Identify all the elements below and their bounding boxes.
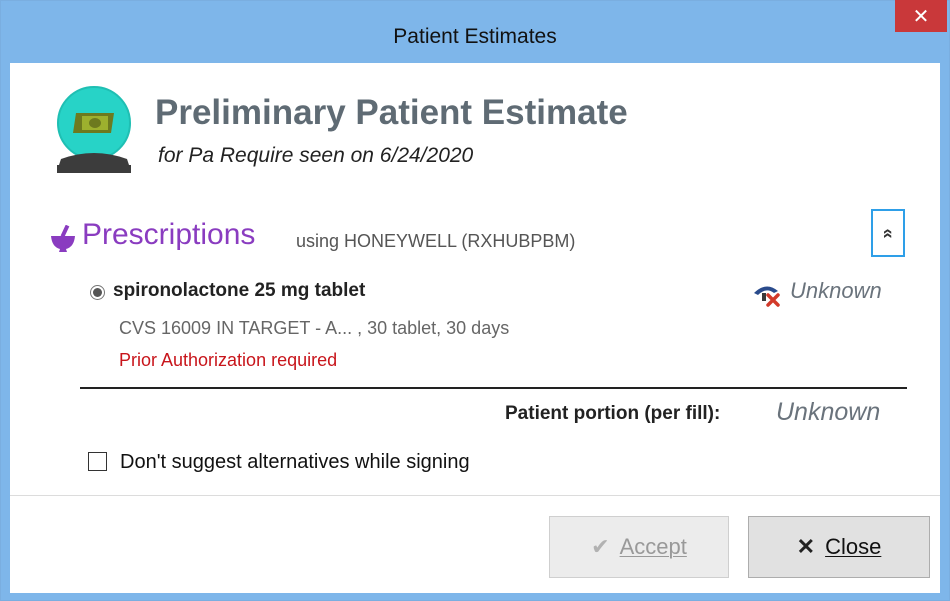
patient-portion-value: Unknown: [776, 398, 881, 426]
accept-button[interactable]: ✔ Accept: [549, 516, 729, 578]
divider: [80, 387, 907, 389]
patient-portion-label: Patient portion (per fill):: [505, 403, 721, 424]
dialog-body: Preliminary Patient Estimate for Pa Requ…: [10, 63, 940, 593]
footer-divider: [10, 495, 940, 496]
crystal-ball-money-icon: [57, 86, 131, 173]
title-bar[interactable]: Patient Estimates ✕: [1, 0, 949, 63]
prescription-status: Prior Authorization required: [119, 350, 338, 370]
checkmark-icon: ✔: [591, 534, 610, 559]
mortar-pestle-icon: [51, 225, 75, 252]
close-label: Close: [825, 534, 882, 559]
window-close-button[interactable]: ✕: [895, 0, 947, 32]
collapse-section-button[interactable]: «: [871, 209, 905, 257]
dont-suggest-alternatives-label[interactable]: Don't suggest alternatives while signing: [120, 451, 470, 474]
page-subtitle: for Pa Require seen on 6/24/2020: [158, 144, 474, 167]
coverage-status: Unknown: [790, 278, 882, 303]
prescription-name[interactable]: spironolactone 25 mg tablet: [113, 280, 365, 302]
page-title: Preliminary Patient Estimate: [155, 93, 628, 132]
prescription-radio[interactable]: [90, 285, 105, 300]
section-subtitle: using HONEYWELL (RXHUBPBM): [296, 231, 576, 251]
close-button[interactable]: ✕ Close: [748, 516, 930, 578]
double-chevron-up-icon: «: [878, 227, 899, 239]
accept-label: Accept: [619, 534, 687, 559]
patient-estimates-window: Patient Estimates ✕ Preliminary Patient …: [0, 0, 950, 601]
coverage-unknown-icon: [754, 286, 780, 307]
window-title: Patient Estimates: [393, 25, 557, 48]
close-icon: ✕: [796, 534, 816, 559]
prescription-detail: CVS 16009 IN TARGET - A... , 30 tablet, …: [119, 318, 510, 338]
dont-suggest-alternatives-checkbox[interactable]: [88, 452, 107, 471]
section-title-prescriptions: Prescriptions: [82, 218, 256, 251]
